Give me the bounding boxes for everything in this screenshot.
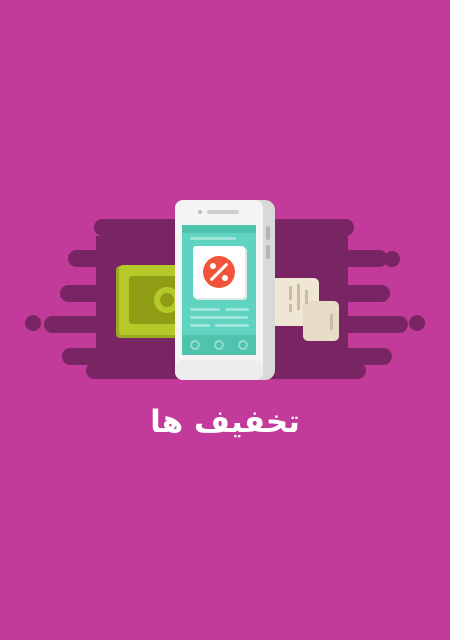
discounts-illustration <box>25 200 425 380</box>
screen-title: تخفیف ها <box>150 404 300 440</box>
onboarding-screen: تخفیف ها <box>0 0 450 640</box>
phone-icon <box>175 200 275 380</box>
